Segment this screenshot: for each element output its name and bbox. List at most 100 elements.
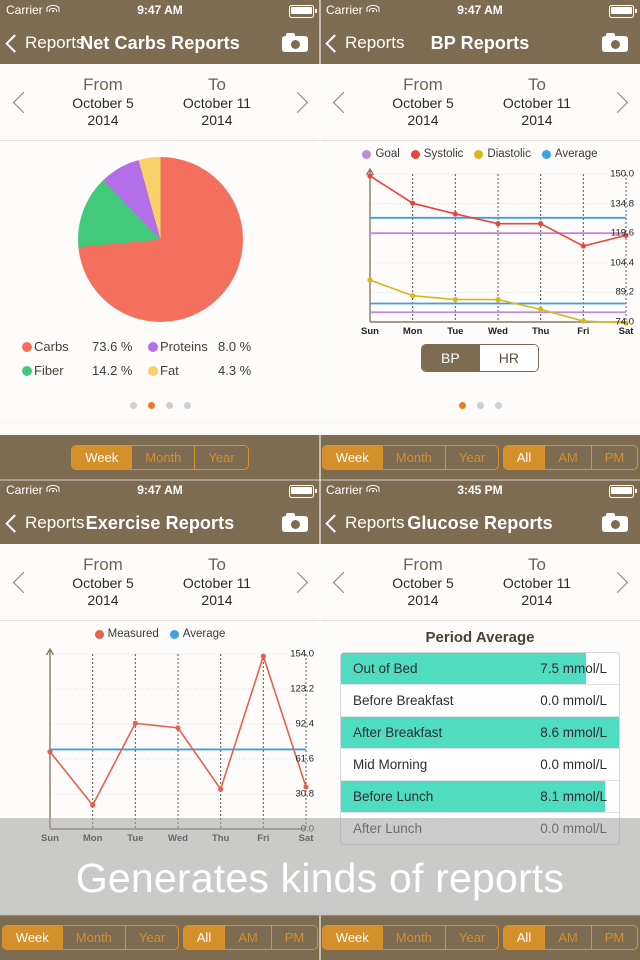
period-label: After Breakfast: [353, 725, 443, 740]
date-from[interactable]: From October 5 2014: [46, 75, 160, 130]
segment-bp[interactable]: BP: [422, 345, 479, 371]
page-dot[interactable]: [183, 402, 191, 409]
camera-icon[interactable]: [282, 513, 308, 532]
date-to-year: 2014: [201, 112, 233, 129]
date-from-year: 2014: [87, 592, 119, 609]
range-segmented-control[interactable]: Week Month Year: [321, 925, 500, 950]
panel-exercise: Carrier 9:47 AM Reports Exercise Reports…: [0, 480, 320, 960]
back-button[interactable]: Reports: [5, 502, 85, 544]
segment-month[interactable]: Month: [381, 926, 445, 949]
date-to[interactable]: To October 11 2014: [160, 75, 274, 130]
page-dots[interactable]: [320, 402, 640, 409]
y-axis-tick: 154.0: [290, 648, 314, 660]
page-dot[interactable]: [458, 402, 466, 409]
bp-hr-segmented-control[interactable]: BP HR: [421, 344, 539, 372]
date-from-label: From: [83, 74, 123, 94]
period-label: After Lunch: [353, 821, 423, 836]
segment-am[interactable]: AM: [544, 446, 591, 469]
table-row[interactable]: Before Lunch 8.1 mmol/L: [341, 780, 619, 812]
segment-pm[interactable]: PM: [590, 446, 637, 469]
status-right: [609, 5, 637, 18]
legend-label: Systolic: [423, 148, 464, 160]
segment-month[interactable]: Month: [131, 446, 194, 469]
table-row[interactable]: Out of Bed 7.5 mmol/L: [341, 653, 619, 684]
segment-hr[interactable]: HR: [478, 345, 538, 371]
range-segmented-control[interactable]: Week Month Year: [1, 925, 180, 950]
segment-month[interactable]: Month: [381, 446, 445, 469]
date-from[interactable]: From October 5 2014: [366, 75, 480, 130]
page-dot[interactable]: [147, 402, 155, 409]
date-prev-button[interactable]: [320, 91, 366, 113]
camera-icon[interactable]: [602, 33, 628, 52]
page-dot[interactable]: [129, 402, 137, 409]
segment-year[interactable]: Year: [444, 926, 498, 949]
date-prev-button[interactable]: [320, 571, 366, 593]
period-segmented-control[interactable]: All AM PM: [182, 925, 319, 950]
date-from[interactable]: From October 5 2014: [366, 555, 480, 610]
period-value: 8.1 mmol/L: [540, 789, 607, 804]
date-prev-button[interactable]: [0, 571, 46, 593]
segment-week[interactable]: Week: [322, 926, 382, 949]
pie-legend: Carbs 73.6 % Proteins 8.0 % Fiber 14.2 % Fat 4.…: [22, 339, 298, 378]
date-from-value: October 5: [392, 575, 454, 592]
period-segmented-control[interactable]: All AM PM: [502, 925, 639, 950]
segment-am[interactable]: AM: [224, 926, 271, 949]
segment-am[interactable]: AM: [544, 926, 591, 949]
back-button[interactable]: Reports: [325, 502, 405, 544]
segment-week[interactable]: Week: [72, 446, 132, 469]
date-to-label: To: [528, 74, 546, 94]
segment-year[interactable]: Year: [444, 446, 498, 469]
back-button[interactable]: Reports: [5, 22, 85, 64]
page-dot[interactable]: [165, 402, 173, 409]
y-axis-tick: 123.2: [290, 683, 314, 695]
range-segmented-control[interactable]: Week Month Year: [321, 445, 500, 470]
segment-all[interactable]: All: [503, 926, 545, 949]
period-label: Before Breakfast: [353, 693, 454, 708]
segment-week[interactable]: Week: [2, 926, 62, 949]
table-row[interactable]: After Lunch 0.0 mmol/L: [341, 812, 619, 844]
segment-year[interactable]: Year: [194, 446, 247, 469]
legend-item: Diastolic: [474, 148, 531, 160]
legend-item: Average: [541, 148, 598, 160]
status-bar: Carrier 9:47 AM: [0, 480, 320, 502]
date-from-label: From: [83, 554, 123, 574]
date-to[interactable]: To October 11 2014: [480, 75, 594, 130]
segment-year[interactable]: Year: [124, 926, 178, 949]
date-next-button[interactable]: [594, 91, 640, 113]
page-dot[interactable]: [476, 402, 484, 409]
date-next-button[interactable]: [274, 91, 320, 113]
camera-icon[interactable]: [282, 33, 308, 52]
segment-week[interactable]: Week: [322, 446, 382, 469]
bp-mode-wrap: BP HR: [320, 344, 640, 372]
legend-label: Fat: [160, 363, 179, 378]
legend-label: Measured: [107, 628, 159, 640]
date-to-value: October 11: [182, 95, 252, 112]
segment-pm[interactable]: PM: [270, 926, 317, 949]
date-next-button[interactable]: [594, 571, 640, 593]
range-segmented-control[interactable]: Week Month Year: [71, 445, 249, 470]
toolbar-glucose: Week Month Year All AM PM: [320, 915, 640, 960]
back-button[interactable]: Reports: [325, 22, 405, 64]
table-row[interactable]: After Breakfast 8.6 mmol/L: [341, 716, 619, 748]
date-from[interactable]: From October 5 2014: [46, 555, 160, 610]
date-to[interactable]: To October 11 2014: [160, 555, 274, 610]
legend-color-dot: [541, 149, 551, 159]
date-to[interactable]: To October 11 2014: [480, 555, 594, 610]
camera-icon[interactable]: [602, 513, 628, 532]
segment-all[interactable]: All: [183, 926, 225, 949]
legend-value: 73.6 %: [92, 339, 133, 354]
table-row[interactable]: Before Breakfast 0.0 mmol/L: [341, 684, 619, 716]
date-range-selector: From October 5 2014 To October 11 2014: [320, 64, 640, 141]
x-axis-tick: Sat: [298, 833, 314, 844]
legend-item: Measured: [94, 628, 159, 640]
page-dots[interactable]: [0, 402, 320, 409]
date-to-label: To: [208, 554, 226, 574]
segment-pm[interactable]: PM: [590, 926, 637, 949]
date-prev-button[interactable]: [0, 91, 46, 113]
page-dot[interactable]: [494, 402, 502, 409]
segment-all[interactable]: All: [503, 446, 545, 469]
period-segmented-control[interactable]: All AM PM: [502, 445, 639, 470]
segment-month[interactable]: Month: [61, 926, 125, 949]
date-next-button[interactable]: [274, 571, 320, 593]
table-row[interactable]: Mid Morning 0.0 mmol/L: [341, 748, 619, 780]
